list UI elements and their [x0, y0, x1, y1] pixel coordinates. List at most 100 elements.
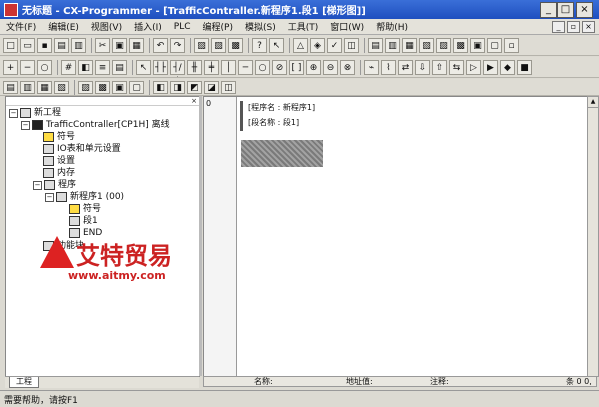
menu-edit[interactable]: 编辑(E) [42, 20, 85, 33]
menu-program[interactable]: 编程(P) [197, 20, 239, 33]
contact-nc-icon[interactable]: ┤/├ [170, 59, 185, 75]
paste-icon[interactable]: ▦ [129, 37, 144, 53]
cut-icon[interactable]: ✂ [95, 37, 110, 53]
collapse-icon[interactable]: − [33, 180, 42, 190]
contact-ornot-icon[interactable]: ╪ [204, 59, 219, 75]
tool-icon-f[interactable]: ▨ [436, 37, 451, 53]
tool-icon-a[interactable]: ◫ [344, 37, 359, 53]
run-mode-icon[interactable]: ◆ [500, 59, 515, 75]
tool-icon-d[interactable]: ▦ [402, 37, 417, 53]
tree-item-symbols[interactable]: 符号 [43, 131, 75, 143]
instruction-icon[interactable]: [ ] [289, 59, 304, 75]
scroll-up-icon[interactable]: ▲ [588, 97, 598, 108]
io-table-icon[interactable]: ◩ [187, 80, 202, 94]
print-icon[interactable]: ▤ [54, 37, 69, 53]
undo-icon[interactable]: ↶ [153, 37, 168, 53]
monitor-mode-icon[interactable]: ▶ [483, 59, 498, 75]
cross-ref-icon[interactable]: ◧ [153, 80, 168, 94]
mnemonic-view-icon[interactable]: ▩ [95, 80, 110, 94]
tab-project[interactable]: 工程 [9, 377, 39, 388]
minimize-button[interactable]: _ [540, 2, 557, 18]
online-icon[interactable]: ⌁ [364, 59, 379, 75]
menu-simulate[interactable]: 模拟(S) [239, 20, 282, 33]
copy-icon[interactable]: ▣ [112, 37, 127, 53]
warning-icon[interactable]: △ [293, 37, 308, 53]
find-icon[interactable]: ▧ [194, 37, 209, 53]
transfer-icon[interactable]: ⇄ [398, 59, 413, 75]
menu-help[interactable]: 帮助(H) [370, 20, 414, 33]
tool-icon-g[interactable]: ▩ [453, 37, 468, 53]
stop-icon[interactable]: ■ [517, 59, 532, 75]
menu-tools[interactable]: 工具(T) [282, 20, 325, 33]
tree-root[interactable]: − 新工程 [9, 107, 61, 119]
mdi-minimize-button[interactable]: _ [552, 20, 565, 33]
project-window-icon[interactable]: ▤ [3, 80, 18, 94]
ladder-view-icon[interactable]: ▨ [78, 80, 93, 94]
settings-icon[interactable]: ◪ [204, 80, 219, 94]
coil-nc-icon[interactable]: ⊘ [272, 59, 287, 75]
zoom-in-icon[interactable]: + [3, 59, 18, 75]
contact-or-icon[interactable]: ╫ [187, 59, 202, 75]
mdi-restore-button[interactable]: ▫ [567, 20, 580, 33]
tree-item-memory[interactable]: 内存 [43, 167, 75, 179]
local-symbols-icon[interactable]: ▣ [112, 80, 127, 94]
compile-icon[interactable]: ◈ [310, 37, 325, 53]
address-ref-icon[interactable]: ▧ [54, 80, 69, 94]
tool-icon-h[interactable]: ▣ [470, 37, 485, 53]
tree-item-settings[interactable]: 设置 [43, 155, 75, 167]
collapse-icon[interactable]: − [9, 108, 18, 118]
help-icon[interactable]: ? [252, 37, 267, 53]
tree-plc[interactable]: − TrafficContraller[CP1H] 离线 [21, 119, 170, 131]
tree-section-1[interactable]: 段1 [69, 215, 98, 227]
tree-program-symbols[interactable]: 符号 [69, 203, 101, 215]
properties-icon[interactable]: ▩ [228, 37, 243, 53]
upload-icon[interactable]: ⇧ [432, 59, 447, 75]
symbols-icon[interactable]: ▤ [112, 59, 127, 75]
global-symbols-icon[interactable]: ▢ [129, 80, 144, 94]
menu-plc[interactable]: PLC [168, 22, 197, 32]
ladder-editor[interactable]: 0 [程序名 : 新程序1] [段名称 : 段1] [203, 96, 588, 377]
grid-icon[interactable]: # [61, 59, 76, 75]
zoom-fit-icon[interactable]: ○ [37, 59, 52, 75]
offline-icon[interactable]: ⌇ [381, 59, 396, 75]
context-help-icon[interactable]: ↖ [269, 37, 284, 53]
tree-item-programs[interactable]: − 程序 [33, 179, 76, 191]
download-icon[interactable]: ⇩ [415, 59, 430, 75]
check-icon[interactable]: ✓ [327, 37, 342, 53]
save-icon[interactable]: ▪ [37, 37, 52, 53]
menu-file[interactable]: 文件(F) [0, 20, 42, 33]
memory-icon[interactable]: ◨ [170, 80, 185, 94]
contact-no-icon[interactable]: ┤├ [153, 59, 168, 75]
close-button[interactable]: × [576, 2, 593, 18]
tree-item-io-table[interactable]: IO表和单元设置 [43, 143, 121, 155]
panel-close-icon[interactable]: × [191, 97, 197, 105]
menu-insert[interactable]: 插入(I) [128, 20, 168, 33]
collapse-icon[interactable]: − [21, 120, 30, 130]
zoom-out-icon[interactable]: − [20, 59, 35, 75]
menu-view[interactable]: 视图(V) [85, 20, 128, 33]
collapse-icon[interactable]: − [45, 192, 54, 202]
print-preview-icon[interactable]: ▥ [71, 37, 86, 53]
data-trace-icon[interactable]: ◫ [221, 80, 236, 94]
pmc-coil-icon[interactable]: ⊗ [340, 59, 355, 75]
maximize-button[interactable]: □ [557, 2, 574, 18]
tool-icon-b[interactable]: ▤ [368, 37, 383, 53]
replace-icon[interactable]: ▨ [211, 37, 226, 53]
select-icon[interactable]: ↖ [136, 59, 151, 75]
program-mode-icon[interactable]: ▷ [466, 59, 481, 75]
pmc-nc-icon[interactable]: ⊖ [323, 59, 338, 75]
mdi-close-button[interactable]: × [582, 20, 595, 33]
pmc-icon[interactable]: ⊕ [306, 59, 321, 75]
watch-window-icon[interactable]: ▦ [37, 80, 52, 94]
menu-window[interactable]: 窗口(W) [324, 20, 370, 33]
monitor-icon[interactable]: ◧ [78, 59, 93, 75]
compare-icon[interactable]: ⇆ [449, 59, 464, 75]
tool-icon-j[interactable]: ▫ [504, 37, 519, 53]
tool-icon-e[interactable]: ▧ [419, 37, 434, 53]
vertical-line-icon[interactable]: │ [221, 59, 236, 75]
new-icon[interactable]: □ [3, 37, 18, 53]
comments-icon[interactable]: ≡ [95, 59, 110, 75]
tree-program[interactable]: − 新程序1 (00) [45, 191, 124, 203]
tool-icon-i[interactable]: ▢ [487, 37, 502, 53]
ladder-cursor[interactable] [241, 140, 323, 167]
